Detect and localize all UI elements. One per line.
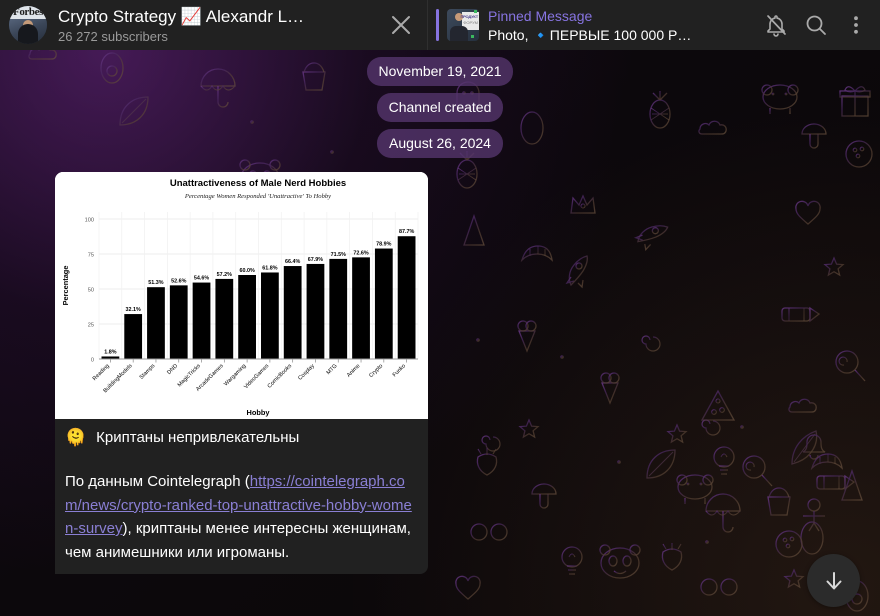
subscriber-count: 26 272 subscribers	[58, 28, 168, 44]
mute-bell-icon	[767, 15, 786, 37]
pinned-thumb-banner-text: ПРОДУКТ	[460, 14, 478, 19]
more-vertical-icon	[854, 16, 858, 34]
svg-text:Hobby: Hobby	[247, 408, 271, 417]
chat-header-titles[interactable]: Crypto Strategy 📈 Alexandr L… 26 272 sub…	[58, 6, 381, 45]
message-list[interactable]: November 19, 2021 Channel created August…	[0, 50, 880, 616]
svg-text:57.2%: 57.2%	[217, 272, 232, 278]
pinned-thumb-person-body	[450, 26, 468, 41]
melting-face-emoji: 🫠	[65, 428, 87, 447]
search-button[interactable]	[796, 5, 836, 45]
chat-header: Forbes Crypto Strategy 📈 Alexandr L… 26 …	[0, 0, 880, 50]
svg-text:51.3%: 51.3%	[148, 280, 163, 286]
svg-text:50: 50	[88, 287, 94, 293]
avatar-suit	[18, 24, 38, 44]
telegram-chat-window: Forbes Crypto Strategy 📈 Alexandr L… 26 …	[0, 0, 880, 616]
svg-text:32.1%: 32.1%	[126, 307, 141, 313]
header-action-icons	[756, 5, 880, 45]
message-text-container: 🫠 Криптаны непривлекательны По данным Co…	[55, 419, 428, 574]
svg-text:71.5%: 71.5%	[331, 252, 346, 258]
message-photo-chart[interactable]: Unattractiveness of Male Nerd Hobbies Per…	[55, 172, 428, 419]
date-chip[interactable]: November 19, 2021	[366, 57, 514, 86]
pinned-message-texts: Pinned Message Photo, 🔹ПЕРВЫЕ 100 000 Р…	[488, 7, 756, 44]
svg-text:0: 0	[91, 357, 94, 363]
chat-header-left: Forbes Crypto Strategy 📈 Alexandr L… 26 …	[0, 0, 427, 50]
mute-button[interactable]	[756, 5, 796, 45]
date-divider-row-2: August 26, 2024	[0, 129, 880, 158]
pinned-message-thumbnail[interactable]: ПРОДУКТ ФОРУМ	[447, 9, 479, 41]
svg-text:Unattractiveness of Male Nerd: Unattractiveness of Male Nerd Hobbies	[170, 178, 346, 189]
svg-text:52.6%: 52.6%	[171, 278, 186, 284]
close-icon	[392, 16, 410, 34]
svg-text:72.6%: 72.6%	[353, 250, 368, 256]
arrow-down-icon	[826, 571, 841, 589]
pinned-message-label: Pinned Message	[488, 7, 593, 24]
pinned-thumb-accent-2	[471, 35, 474, 38]
svg-text:78.9%: 78.9%	[376, 242, 391, 248]
message-body: По данным Cointelegraph (https://cointel…	[65, 470, 418, 564]
pinned-message-bar[interactable]: ПРОДУКТ ФОРУМ Pinned Message Photo, 🔹ПЕР…	[428, 0, 756, 50]
date-divider-row-1: November 19, 2021	[0, 57, 880, 86]
chat-title-row: Crypto Strategy 📈 Alexandr L…	[58, 6, 381, 27]
scroll-to-bottom-button[interactable]	[807, 554, 860, 607]
svg-text:Percentage Women Responded 'Un: Percentage Women Responded 'Unattractive…	[184, 193, 331, 200]
pinned-thumb-banner-subtext: ФОРУМ	[463, 20, 478, 25]
message-body-before: По данным Cointelegraph (	[65, 473, 250, 490]
message-bubble[interactable]: Unattractiveness of Male Nerd Hobbies Per…	[55, 172, 428, 574]
svg-text:100: 100	[85, 217, 94, 223]
message-title: Криптаны непривлекательны	[96, 429, 300, 446]
message-title-row: 🫠 Криптаны непривлекательны	[65, 427, 418, 448]
svg-text:75: 75	[88, 252, 94, 258]
service-message-chip[interactable]: Channel created	[376, 93, 504, 122]
pinned-thumb-accent-1	[474, 10, 477, 13]
svg-text:Percentage: Percentage	[61, 266, 70, 306]
svg-text:60.0%: 60.0%	[239, 268, 254, 274]
svg-text:87.7%: 87.7%	[399, 229, 414, 235]
search-icon	[806, 15, 826, 35]
svg-text:66.4%: 66.4%	[285, 259, 300, 265]
svg-text:1.8%: 1.8%	[104, 349, 116, 355]
avatar-forbes-wordmark: Forbes	[9, 6, 47, 19]
more-options-button[interactable]	[836, 5, 876, 45]
avatar[interactable]: Forbes	[9, 6, 47, 44]
date-chip[interactable]: August 26, 2024	[377, 129, 503, 158]
svg-text:25: 25	[88, 322, 94, 328]
pinned-accent-bar	[436, 9, 439, 41]
chat-title: Crypto Strategy 📈 Alexandr L…	[58, 6, 305, 26]
svg-text:67.9%: 67.9%	[308, 257, 323, 263]
message-row: Unattractiveness of Male Nerd Hobbies Per…	[0, 158, 880, 574]
close-button[interactable]	[381, 5, 421, 45]
svg-text:54.6%: 54.6%	[194, 276, 209, 282]
service-message-row: Channel created	[0, 93, 880, 122]
pinned-message-description: Photo, 🔹ПЕРВЫЕ 100 000 Р…	[488, 26, 692, 43]
svg-text:61.8%: 61.8%	[262, 265, 277, 271]
